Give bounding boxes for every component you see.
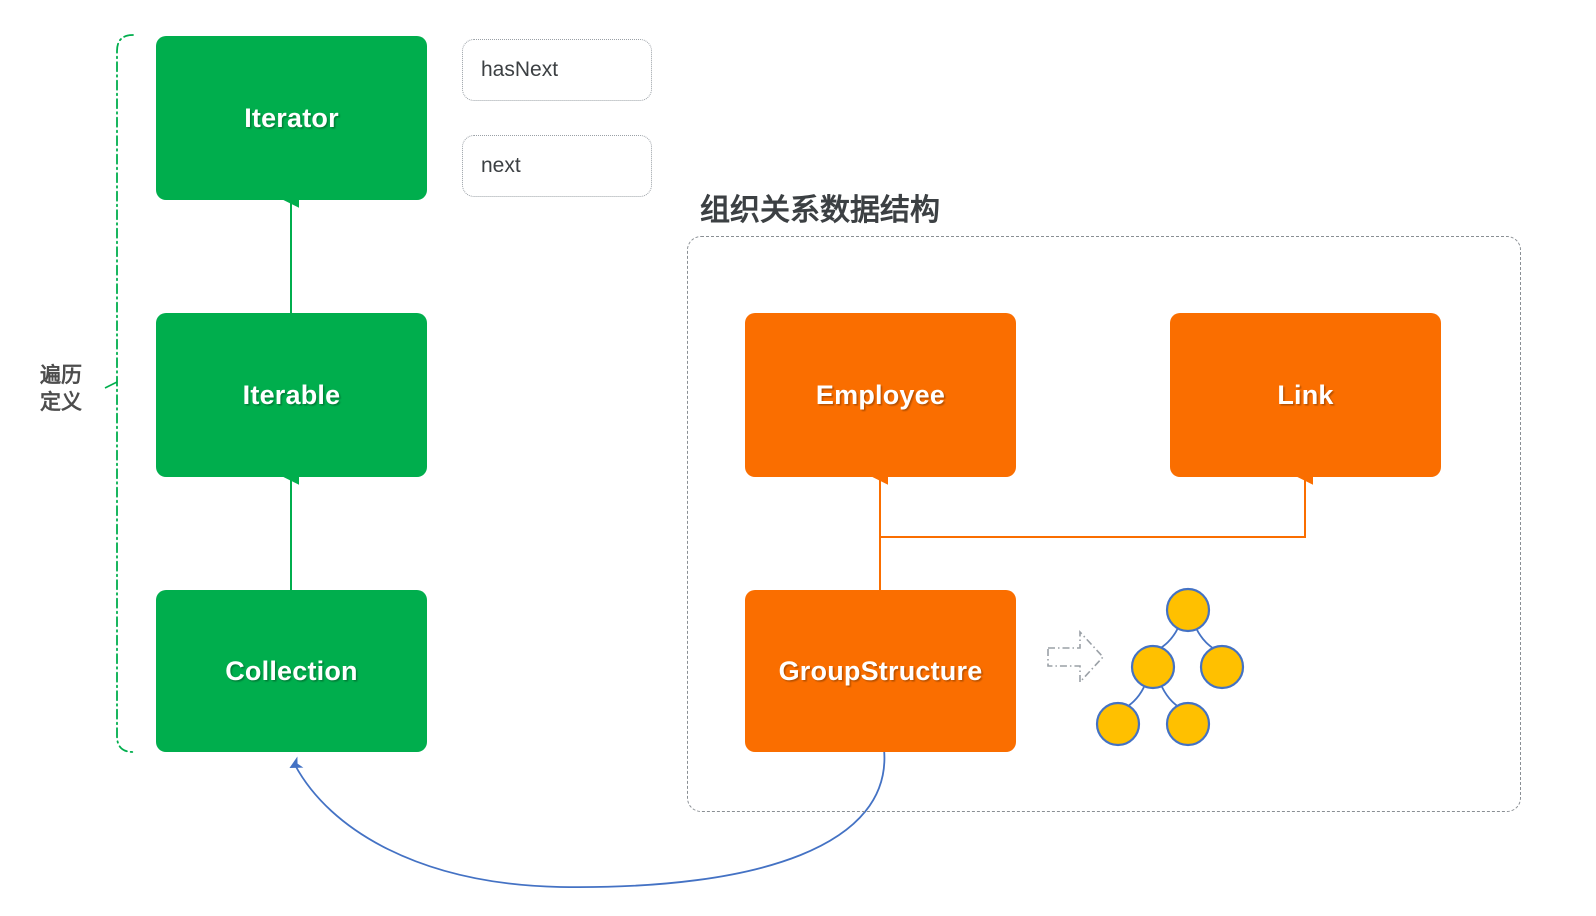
node-collection-label: Collection — [225, 655, 358, 686]
method-box-next[interactable]: next — [462, 135, 652, 197]
node-iterator[interactable]: Iterator — [156, 36, 427, 200]
diagram-canvas: 遍历 定义 Iterator Iterable Collection hasNe… — [0, 0, 1596, 916]
node-link[interactable]: Link — [1170, 313, 1441, 477]
node-groupstructure-label: GroupStructure — [778, 655, 983, 686]
node-iterator-label: Iterator — [244, 102, 339, 133]
node-iterable[interactable]: Iterable — [156, 313, 427, 477]
method-next-label: next — [481, 154, 521, 177]
method-hasnext-label: hasNext — [481, 58, 559, 81]
node-link-label: Link — [1277, 379, 1334, 410]
node-employee[interactable]: Employee — [745, 313, 1016, 477]
org-group-title: 组织关系数据结构 — [700, 194, 940, 227]
node-iterable-label: Iterable — [242, 379, 341, 410]
traversal-bracket — [116, 34, 134, 753]
method-box-hasnext[interactable]: hasNext — [462, 39, 652, 101]
node-employee-label: Employee — [815, 379, 946, 410]
node-groupstructure[interactable]: GroupStructure — [745, 590, 1016, 752]
node-collection[interactable]: Collection — [156, 590, 427, 752]
traversal-bracket-label: 遍历 定义 — [40, 364, 82, 414]
